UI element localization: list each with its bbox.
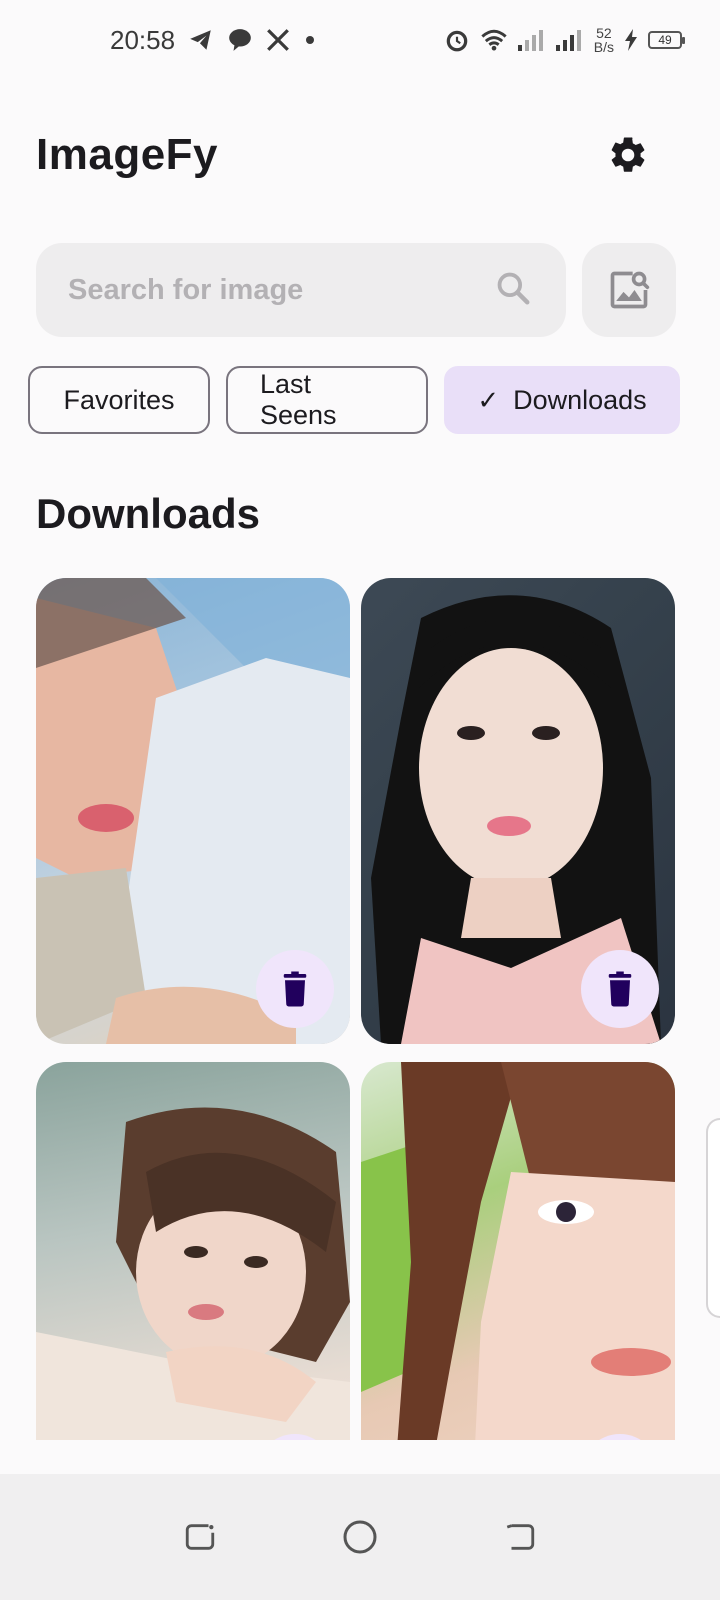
image-grid: [36, 578, 676, 1440]
signal-icon-1: [517, 29, 546, 51]
image-search-icon: [610, 271, 650, 309]
chip-last-seens[interactable]: Last Seens: [226, 366, 428, 434]
delete-button[interactable]: [581, 950, 659, 1028]
chip-label: Favorites: [63, 384, 175, 415]
home-icon: [343, 1520, 377, 1554]
recents-button[interactable]: [170, 1507, 230, 1567]
settings-button[interactable]: [600, 127, 656, 183]
x-icon: [265, 27, 291, 53]
app-title: ImageFy: [36, 130, 219, 179]
delete-button[interactable]: [256, 950, 334, 1028]
downloaded-image-4[interactable]: [361, 1062, 675, 1440]
image-search-button[interactable]: [582, 243, 676, 337]
battery-indicator: 49: [648, 31, 685, 49]
status-left: 20:58: [110, 25, 317, 56]
telegram-icon: [187, 27, 215, 53]
section-title: Downloads: [36, 490, 261, 537]
signal-icon-2: [555, 29, 584, 51]
dot-icon: [303, 33, 317, 47]
search-icon[interactable]: [494, 269, 532, 312]
back-button[interactable]: [490, 1507, 550, 1567]
filter-chips: Favorites Last Seens ✓ Downloads: [28, 366, 680, 434]
wifi-icon: [480, 28, 508, 52]
status-time: 20:58: [110, 24, 176, 55]
downloaded-image-3[interactable]: [36, 1062, 350, 1440]
network-speed-value: 52: [596, 25, 612, 41]
trash-icon: [608, 971, 632, 1007]
app-header: ImageFy: [36, 120, 686, 190]
chip-favorites[interactable]: Favorites: [28, 366, 210, 434]
network-speed: 52 B/s: [594, 26, 614, 54]
search-input[interactable]: [68, 273, 494, 307]
home-button[interactable]: [330, 1507, 390, 1567]
search-box[interactable]: [36, 243, 566, 337]
status-bar: 20:58 52 B/s 49: [0, 0, 720, 80]
chat-bubble-icon: [227, 27, 253, 53]
photo-art: [36, 1107, 350, 1440]
trash-icon: [283, 971, 307, 1007]
chip-downloads[interactable]: ✓ Downloads: [444, 366, 680, 434]
search-row: [36, 243, 676, 337]
network-speed-unit: B/s: [593, 39, 614, 55]
chip-label: Last Seens: [260, 369, 337, 430]
back-icon: [506, 1524, 535, 1550]
downloaded-image-2[interactable]: [361, 578, 675, 1044]
check-icon: ✓: [477, 384, 500, 415]
gear-icon: [611, 137, 645, 172]
edge-panel-handle[interactable]: [706, 1118, 720, 1318]
status-right: 52 B/s 49: [444, 26, 685, 54]
chip-label: Downloads: [513, 384, 647, 415]
recents-icon: [185, 1524, 215, 1550]
system-nav-bar: [0, 1474, 720, 1600]
alarm-icon: [444, 27, 470, 53]
downloaded-image-1[interactable]: [36, 578, 350, 1044]
charging-icon: [624, 29, 638, 51]
photo-art: [361, 1062, 675, 1440]
